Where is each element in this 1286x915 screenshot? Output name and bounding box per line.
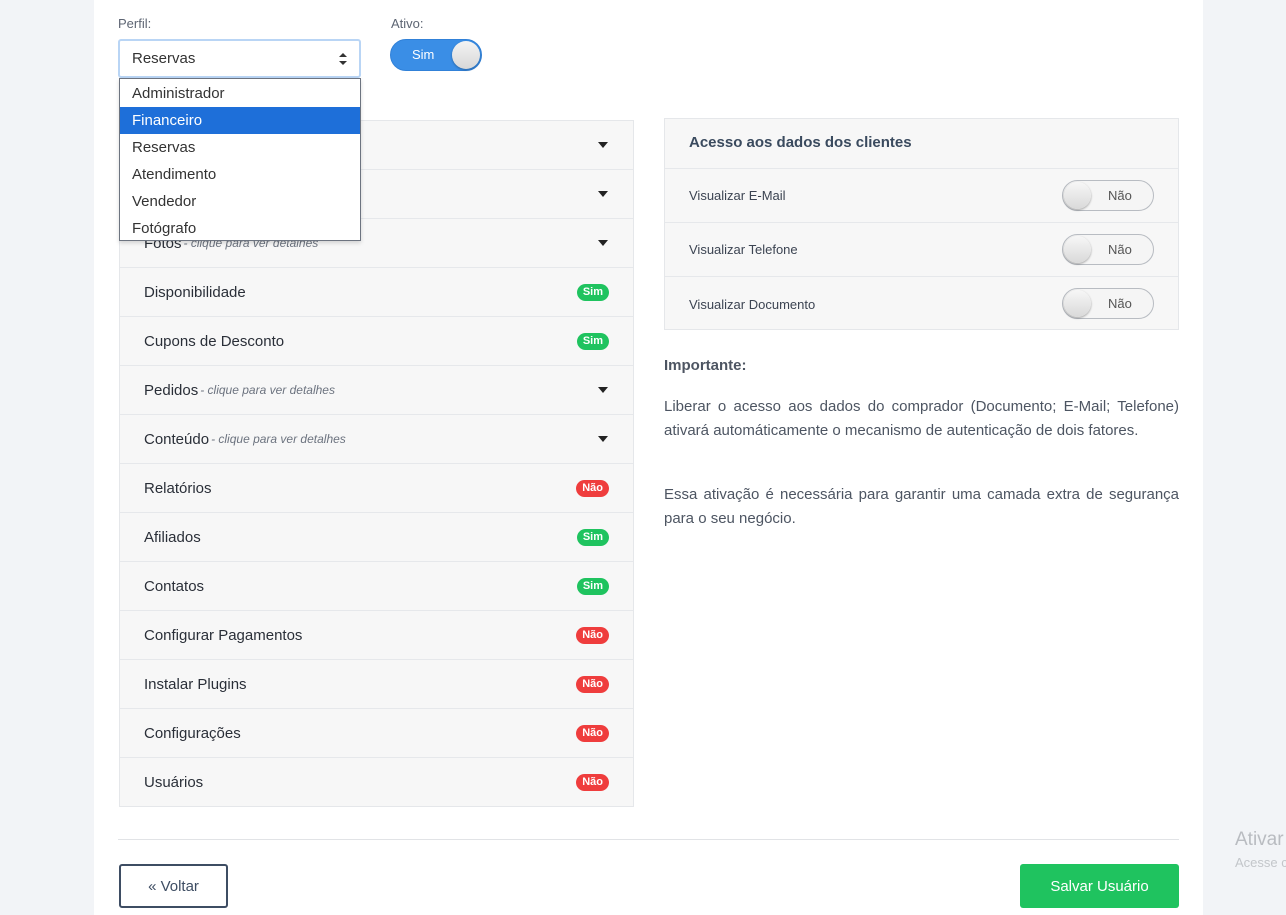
select-arrows-icon: [339, 52, 347, 65]
dropdown-option[interactable]: Reservas: [120, 134, 360, 161]
permission-row-instalar-plugins[interactable]: Instalar Plugins Não: [120, 660, 633, 709]
status-badge: Sim: [576, 333, 609, 350]
permission-label: Cupons de Desconto: [144, 332, 285, 350]
status-badge: Não: [576, 676, 609, 693]
email-access-toggle[interactable]: Não: [1062, 180, 1154, 211]
important-paragraph-1: Liberar o acesso aos dados do comprador …: [664, 398, 1179, 439]
caret-down-icon: [598, 436, 608, 442]
client-access-panel: Acesso aos dados dos clientes Visualizar…: [664, 118, 1179, 330]
permission-row-usuarios[interactable]: Usuários Não: [120, 758, 633, 807]
permission-row-conteudo[interactable]: Conteúdo - clique para ver detalhes: [120, 415, 633, 464]
telefone-access-toggle[interactable]: Não: [1062, 234, 1154, 265]
important-paragraph-2: Essa ativação é necessária para garantir…: [664, 486, 1179, 527]
client-access-label: Visualizar E-Mail: [689, 188, 786, 203]
caret-down-icon: [598, 387, 608, 393]
client-access-row-email: Visualizar E-Mail Não: [665, 169, 1178, 223]
toggle-label: Não: [1108, 242, 1132, 257]
perfil-select[interactable]: Reservas: [118, 39, 361, 78]
dropdown-option-highlighted[interactable]: Financeiro: [120, 107, 360, 134]
permission-label: Contatos: [144, 577, 205, 595]
status-badge: Não: [576, 627, 609, 644]
permission-row-afiliados[interactable]: Afiliados Sim: [120, 513, 633, 562]
permission-row-configuracoes[interactable]: Configurações Não: [120, 709, 633, 758]
permission-hint: - clique para ver detalhes: [200, 383, 335, 397]
permission-label: Relatórios: [144, 479, 212, 497]
caret-down-icon: [598, 191, 608, 197]
toggle-label: Não: [1108, 188, 1132, 203]
permission-label: Configurar Pagamentos: [144, 626, 303, 644]
caret-down-icon: [598, 142, 608, 148]
status-badge: Não: [576, 480, 609, 497]
client-access-label: Visualizar Telefone: [689, 242, 798, 257]
permission-label: Afiliados: [144, 528, 201, 546]
perfil-label: Perfil:: [118, 16, 152, 31]
toggle-knob: [1064, 182, 1091, 209]
status-badge: Não: [576, 725, 609, 742]
client-access-row-telefone: Visualizar Telefone Não: [665, 223, 1178, 277]
permission-row-cupons[interactable]: Cupons de Desconto Sim: [120, 317, 633, 366]
perfil-dropdown-list: Administrador Financeiro Reservas Atendi…: [119, 78, 361, 241]
status-badge: Sim: [576, 529, 609, 546]
important-title: Importante:: [664, 357, 747, 374]
activation-watermark-title: Ativar: [1235, 829, 1284, 850]
ativo-label: Ativo:: [391, 16, 424, 31]
permission-row-disponibilidade[interactable]: Disponibilidade Sim: [120, 268, 633, 317]
dropdown-option[interactable]: Fotógrafo: [120, 215, 360, 242]
documento-access-toggle[interactable]: Não: [1062, 288, 1154, 319]
status-badge: Não: [576, 774, 609, 791]
toggle-knob: [1064, 236, 1091, 263]
dropdown-option[interactable]: Vendedor: [120, 188, 360, 215]
client-access-row-documento: Visualizar Documento Não: [665, 277, 1178, 331]
toggle-knob: [1064, 290, 1091, 317]
permission-label: Instalar Plugins: [144, 675, 247, 693]
client-access-label: Visualizar Documento: [689, 296, 816, 312]
permission-hint: - clique para ver detalhes: [211, 432, 346, 446]
client-access-title: Acesso aos dados dos clientes: [665, 119, 1178, 169]
perfil-select-value: Reservas: [132, 50, 196, 67]
permission-label: Configurações: [144, 724, 241, 742]
permission-label: Disponibilidade: [144, 283, 246, 301]
status-badge: Sim: [576, 578, 609, 595]
footer-divider: [118, 839, 1179, 840]
ativo-toggle-label: Sim: [412, 47, 435, 62]
back-button[interactable]: « Voltar: [119, 864, 228, 908]
caret-down-icon: [598, 240, 608, 246]
permission-label: Usuários: [144, 774, 204, 791]
status-badge: Sim: [576, 284, 609, 301]
permission-label: Pedidos: [144, 381, 199, 399]
save-user-button[interactable]: Salvar Usuário: [1020, 864, 1179, 908]
permission-row-configurar-pagamentos[interactable]: Configurar Pagamentos Não: [120, 611, 633, 660]
dropdown-option[interactable]: Atendimento: [120, 161, 360, 188]
permission-row-contatos[interactable]: Contatos Sim: [120, 562, 633, 611]
ativo-toggle[interactable]: Sim: [390, 39, 482, 71]
toggle-label: Não: [1108, 296, 1132, 311]
permission-row-relatorios[interactable]: Relatórios Não: [120, 464, 633, 513]
permission-row-pedidos[interactable]: Pedidos - clique para ver detalhes: [120, 366, 633, 415]
toggle-knob: [452, 41, 480, 69]
activation-watermark-subtitle: Acesse c: [1235, 855, 1286, 870]
dropdown-option[interactable]: Administrador: [120, 80, 360, 107]
permission-label: Conteúdo: [144, 430, 210, 448]
